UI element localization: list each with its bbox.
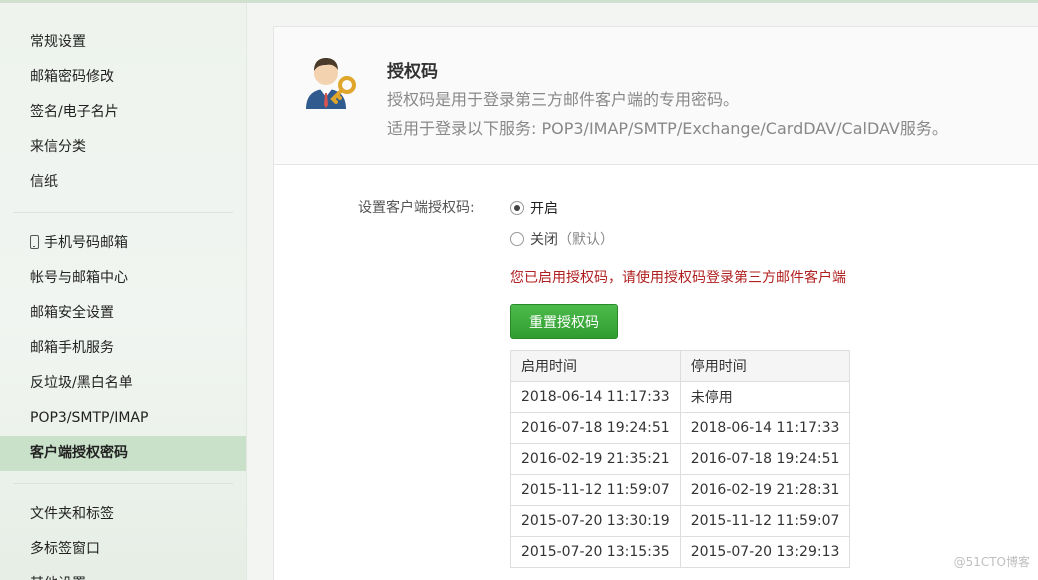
user-key-icon [306, 58, 356, 109]
reset-auth-code-button[interactable]: 重置授权码 [510, 304, 618, 339]
sidebar-item-antispam[interactable]: 反垃圾/黑白名单 [0, 366, 246, 401]
settings-sidebar: 常规设置 邮箱密码修改 签名/电子名片 来信分类 信纸 手机号码邮箱 帐号与邮箱… [0, 3, 247, 580]
page-title: 授权码 [387, 62, 438, 82]
page-services-note: 适用于登录以下服务: POP3/IMAP/SMTP/Exchange/CardD… [387, 119, 948, 138]
sidebar-item-client-auth-code[interactable]: 客户端授权密码 [0, 436, 246, 471]
radio-label-on: 开启 [530, 201, 558, 217]
auth-code-history-table: 启用时间 停用时间 2018-06-14 11:17:33 未停用 2016-0… [510, 350, 851, 568]
auth-code-panel: 授权码 授权码是用于登录第三方邮件客户端的专用密码。 适用于登录以下服务: PO… [273, 26, 1038, 580]
watermark: @51CTO博客 [953, 555, 1030, 569]
column-header-enabled-time: 启用时间 [510, 350, 681, 382]
sidebar-item-label: 手机号码邮箱 [44, 235, 128, 251]
sidebar-item-phone-mail[interactable]: 手机号码邮箱 [0, 226, 246, 261]
sidebar-item-general[interactable]: 常规设置 [0, 25, 246, 60]
radio-button-unchecked[interactable] [510, 232, 524, 246]
table-row: 2016-02-19 21:35:21 2016-07-18 19:24:51 [510, 443, 851, 475]
auth-code-setting-label: 设置客户端授权码: [358, 200, 475, 216]
disabled-time-cell: 未停用 [679, 381, 851, 413]
enabled-time-cell: 2015-07-20 13:30:19 [510, 505, 681, 537]
sidebar-item-multi-tab[interactable]: 多标签窗口 [0, 532, 246, 567]
table-row: 2018-06-14 11:17:33 未停用 [510, 381, 851, 413]
enabled-time-cell: 2016-02-19 21:35:21 [510, 443, 681, 475]
sidebar-item-account-center[interactable]: 帐号与邮箱中心 [0, 261, 246, 296]
auth-code-enabled-notice: 您已启用授权码，请使用授权码登录第三方邮件客户端 [510, 270, 846, 286]
enabled-time-cell: 2015-07-20 13:15:35 [510, 536, 681, 568]
sidebar-item-security[interactable]: 邮箱安全设置 [0, 296, 246, 331]
table-row: 2015-07-20 13:30:19 2015-11-12 11:59:07 [510, 505, 851, 537]
enabled-time-cell: 2018-06-14 11:17:33 [510, 381, 681, 413]
enabled-time-cell: 2016-07-18 19:24:51 [510, 412, 681, 444]
radio-default-hint: （默认） [558, 232, 614, 248]
phone-icon [30, 235, 39, 249]
sidebar-group-general: 常规设置 邮箱密码修改 签名/电子名片 来信分类 信纸 [0, 3, 246, 200]
sidebar-item-pop3-smtp-imap[interactable]: POP3/SMTP/IMAP [0, 401, 246, 436]
table-row: 2015-11-12 11:59:07 2016-02-19 21:28:31 [510, 474, 851, 506]
sidebar-item-other[interactable]: 其他设置 [0, 567, 246, 580]
page-description: 授权码是用于登录第三方邮件客户端的专用密码。 [387, 90, 740, 109]
disabled-time-cell: 2015-07-20 13:29:13 [679, 536, 851, 568]
sidebar-divider [13, 212, 233, 213]
sidebar-item-stationery[interactable]: 信纸 [0, 165, 246, 200]
radio-button-checked[interactable] [510, 201, 524, 215]
column-header-disabled-time: 停用时间 [679, 350, 851, 382]
disabled-time-cell: 2018-06-14 11:17:33 [679, 412, 851, 444]
table-row: 2015-07-20 13:15:35 2015-07-20 13:29:13 [510, 536, 851, 568]
table-header-row: 启用时间 停用时间 [510, 350, 851, 382]
radio-option-off[interactable]: 关闭（默认） [510, 229, 614, 249]
sidebar-item-signature[interactable]: 签名/电子名片 [0, 95, 246, 130]
sidebar-group-account: 手机号码邮箱 帐号与邮箱中心 邮箱安全设置 邮箱手机服务 反垃圾/黑白名单 PO… [0, 226, 246, 471]
table-row: 2016-07-18 19:24:51 2018-06-14 11:17:33 [510, 412, 851, 444]
sidebar-divider [13, 483, 233, 484]
disabled-time-cell: 2016-02-19 21:28:31 [679, 474, 851, 506]
disabled-time-cell: 2016-07-18 19:24:51 [679, 443, 851, 475]
disabled-time-cell: 2015-11-12 11:59:07 [679, 505, 851, 537]
auth-code-header: 授权码 授权码是用于登录第三方邮件客户端的专用密码。 适用于登录以下服务: PO… [274, 27, 1038, 165]
sidebar-item-password[interactable]: 邮箱密码修改 [0, 60, 246, 95]
sidebar-item-mail-rules[interactable]: 来信分类 [0, 130, 246, 165]
radio-label-off: 关闭 [530, 232, 558, 248]
radio-option-on[interactable]: 开启 [510, 198, 558, 218]
sidebar-group-other: 文件夹和标签 多标签窗口 其他设置 [0, 497, 246, 580]
sidebar-item-mobile-service[interactable]: 邮箱手机服务 [0, 331, 246, 366]
sidebar-item-folders-labels[interactable]: 文件夹和标签 [0, 497, 246, 532]
enabled-time-cell: 2015-11-12 11:59:07 [510, 474, 681, 506]
